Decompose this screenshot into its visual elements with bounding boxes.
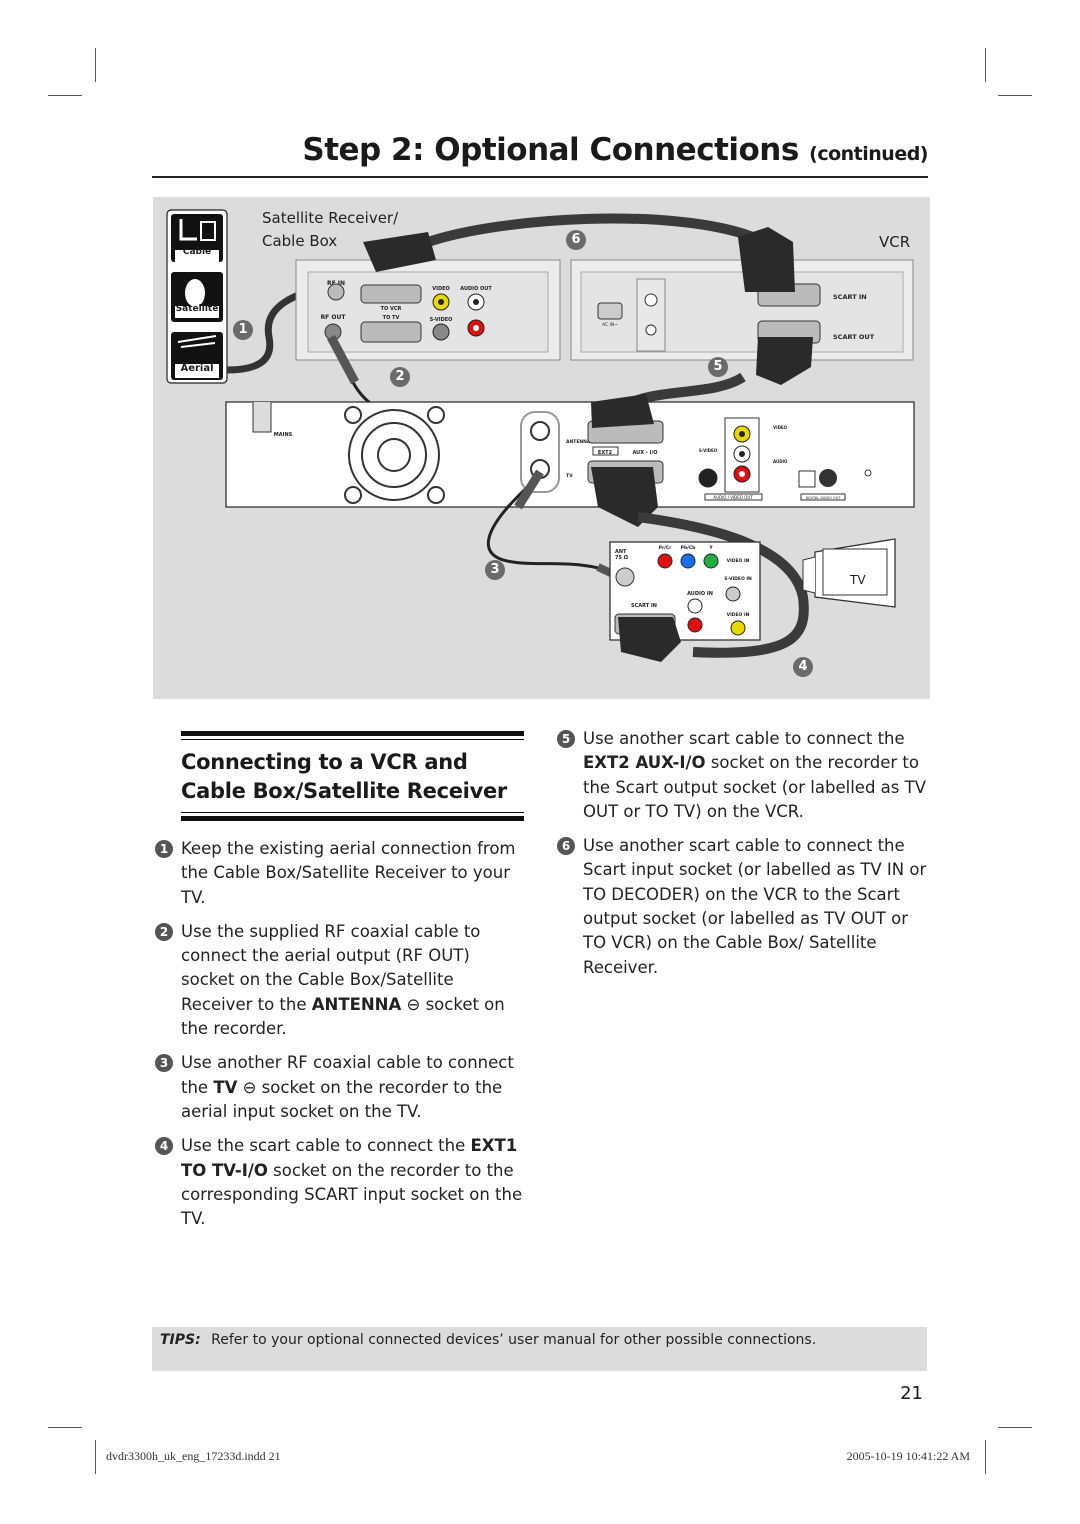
legend-aerial: Aerial xyxy=(180,363,214,374)
svg-text:EXT2: EXT2 xyxy=(598,450,613,456)
legend-satellite: Satellite xyxy=(175,304,219,314)
callout-2: 2 xyxy=(390,367,410,387)
heading-rule xyxy=(181,816,524,821)
steps-left-column: 1 Keep the existing aerial connection fr… xyxy=(155,837,527,1241)
steps-right-column: 5 Use another scart cable to connect the… xyxy=(557,727,935,990)
satellite-receiver-label: Satellite Receiver/ Cable Box xyxy=(262,209,399,250)
svg-text:AC IN~: AC IN~ xyxy=(602,322,618,328)
svg-text:Y: Y xyxy=(708,545,713,551)
scart-plug xyxy=(618,617,681,662)
footer-timestamp: 2005-10-19 10:41:22 AM xyxy=(846,1449,970,1463)
vcr-box: SCART IN SCART OUT AC IN~ xyxy=(569,259,914,361)
svg-text:VIDEO: VIDEO xyxy=(432,286,450,292)
step-number-icon: 6 xyxy=(557,837,575,856)
svg-text:VIDEO IN: VIDEO IN xyxy=(727,558,750,564)
vcr-label: VCR xyxy=(879,233,911,251)
svg-text:VIDEO IN: VIDEO IN xyxy=(727,612,750,618)
legend-cable: Cable xyxy=(182,247,212,257)
step-item: 5 Use another scart cable to connect the… xyxy=(557,727,935,824)
svg-text:DIGITAL AUDIO OUT: DIGITAL AUDIO OUT xyxy=(806,496,842,500)
step-number-icon: 3 xyxy=(155,1054,173,1073)
step-number-icon: 4 xyxy=(155,1137,173,1156)
svg-text:75 Ω: 75 Ω xyxy=(615,555,629,561)
title-divider xyxy=(152,176,928,178)
svg-text:ANTENNA: ANTENNA xyxy=(566,439,591,445)
svg-text:SCART IN: SCART IN xyxy=(833,293,867,301)
crop-mark xyxy=(48,95,82,96)
page-number: 21 xyxy=(900,1383,923,1404)
callout-4: 4 xyxy=(793,657,813,677)
page-title-main: Step 2: Optional Connections xyxy=(302,132,799,168)
svg-text:TV: TV xyxy=(566,473,573,479)
svg-text:SCART IN: SCART IN xyxy=(631,603,657,609)
step-item: 2 Use the supplied RF coaxial cable to c… xyxy=(155,920,527,1041)
step-item: 6 Use another scart cable to connect the… xyxy=(557,834,935,980)
svg-text:Pr/Cr: Pr/Cr xyxy=(659,545,672,551)
svg-text:SCART OUT: SCART OUT xyxy=(833,333,875,341)
tips-box: TIPS: Refer to your optional connected d… xyxy=(152,1327,927,1371)
heading-rule xyxy=(181,812,524,813)
satellite-icon xyxy=(185,279,205,307)
svg-text:AUDIO OUT: AUDIO OUT xyxy=(460,286,492,292)
dvd-recorder: MAINS ANTENNA TV EXT2 AUX - I/O AUDIO / … xyxy=(225,401,915,508)
svg-text:AUX - I/O: AUX - I/O xyxy=(632,450,657,456)
svg-text:AUDIO / VIDEO OUT: AUDIO / VIDEO OUT xyxy=(713,495,753,500)
svg-text:S-VIDEO: S-VIDEO xyxy=(699,448,718,453)
step-number-icon: 5 xyxy=(557,730,575,748)
callout-5: 5 xyxy=(708,357,728,377)
tv-set xyxy=(802,538,896,608)
scart-plug xyxy=(591,394,654,428)
page-title-suffix: (continued) xyxy=(809,143,928,165)
svg-text:AUDIO: AUDIO xyxy=(773,459,788,464)
crop-mark xyxy=(95,1440,96,1474)
crop-mark xyxy=(48,1427,82,1428)
svg-text:RF IN: RF IN xyxy=(327,280,345,287)
tips-text: Refer to your optional connected devices… xyxy=(211,1332,817,1348)
svg-text:VIDEO: VIDEO xyxy=(773,425,788,430)
crop-mark xyxy=(998,1427,1032,1428)
antenna-input-icon: ⊖ xyxy=(401,994,421,1014)
callout-6: 6 xyxy=(566,230,586,250)
step-item: 3 Use another RF coaxial cable to connec… xyxy=(155,1051,527,1124)
step-item: 4 Use the scart cable to connect the EXT… xyxy=(155,1134,527,1231)
svg-text:S-VIDEO: S-VIDEO xyxy=(430,317,453,323)
svg-text:S-VIDEO IN: S-VIDEO IN xyxy=(724,576,752,582)
connection-diagram: RF IN RF OUT TO VCR TO TV VIDEO AUDIO OU… xyxy=(153,197,930,699)
svg-text:TO TV: TO TV xyxy=(383,315,400,321)
page-title: Step 2: Optional Connections (continued) xyxy=(302,132,928,168)
svg-text:MAINS: MAINS xyxy=(274,432,293,438)
scart-cable-6 xyxy=(426,213,755,247)
section-heading: Connecting to a VCR and Cable Box/Satell… xyxy=(181,731,524,821)
crop-mark xyxy=(985,1440,986,1474)
step-item: 1 Keep the existing aerial connection fr… xyxy=(155,837,527,910)
crop-mark xyxy=(985,48,986,82)
scart-plug xyxy=(756,337,813,385)
svg-text:TO VCR: TO VCR xyxy=(381,306,402,312)
tv-label: TV xyxy=(850,573,866,587)
legend-panel xyxy=(166,209,228,384)
step-number-icon: 1 xyxy=(155,840,173,858)
step-number-icon: 2 xyxy=(155,922,173,941)
tips-label: TIPS: xyxy=(160,1332,201,1348)
svg-text:AUDIO IN: AUDIO IN xyxy=(687,591,713,597)
svg-text:RF OUT: RF OUT xyxy=(321,314,347,321)
footer-filename: dvdr3300h_uk_eng_17233d.indd 21 xyxy=(106,1449,281,1463)
svg-text:Pb/Cb: Pb/Cb xyxy=(681,545,696,551)
diagram-artwork: RF IN RF OUT TO VCR TO TV VIDEO AUDIO OU… xyxy=(166,209,915,662)
section-title: Connecting to a VCR and Cable Box/Satell… xyxy=(181,750,507,803)
antenna-output-icon: ⊖ xyxy=(237,1077,257,1097)
heading-rule xyxy=(181,731,524,736)
crop-mark xyxy=(998,95,1032,96)
callout-1: 1 xyxy=(233,320,253,340)
scart-plug xyxy=(738,227,795,292)
crop-mark xyxy=(95,48,96,82)
callout-3: 3 xyxy=(485,560,505,580)
